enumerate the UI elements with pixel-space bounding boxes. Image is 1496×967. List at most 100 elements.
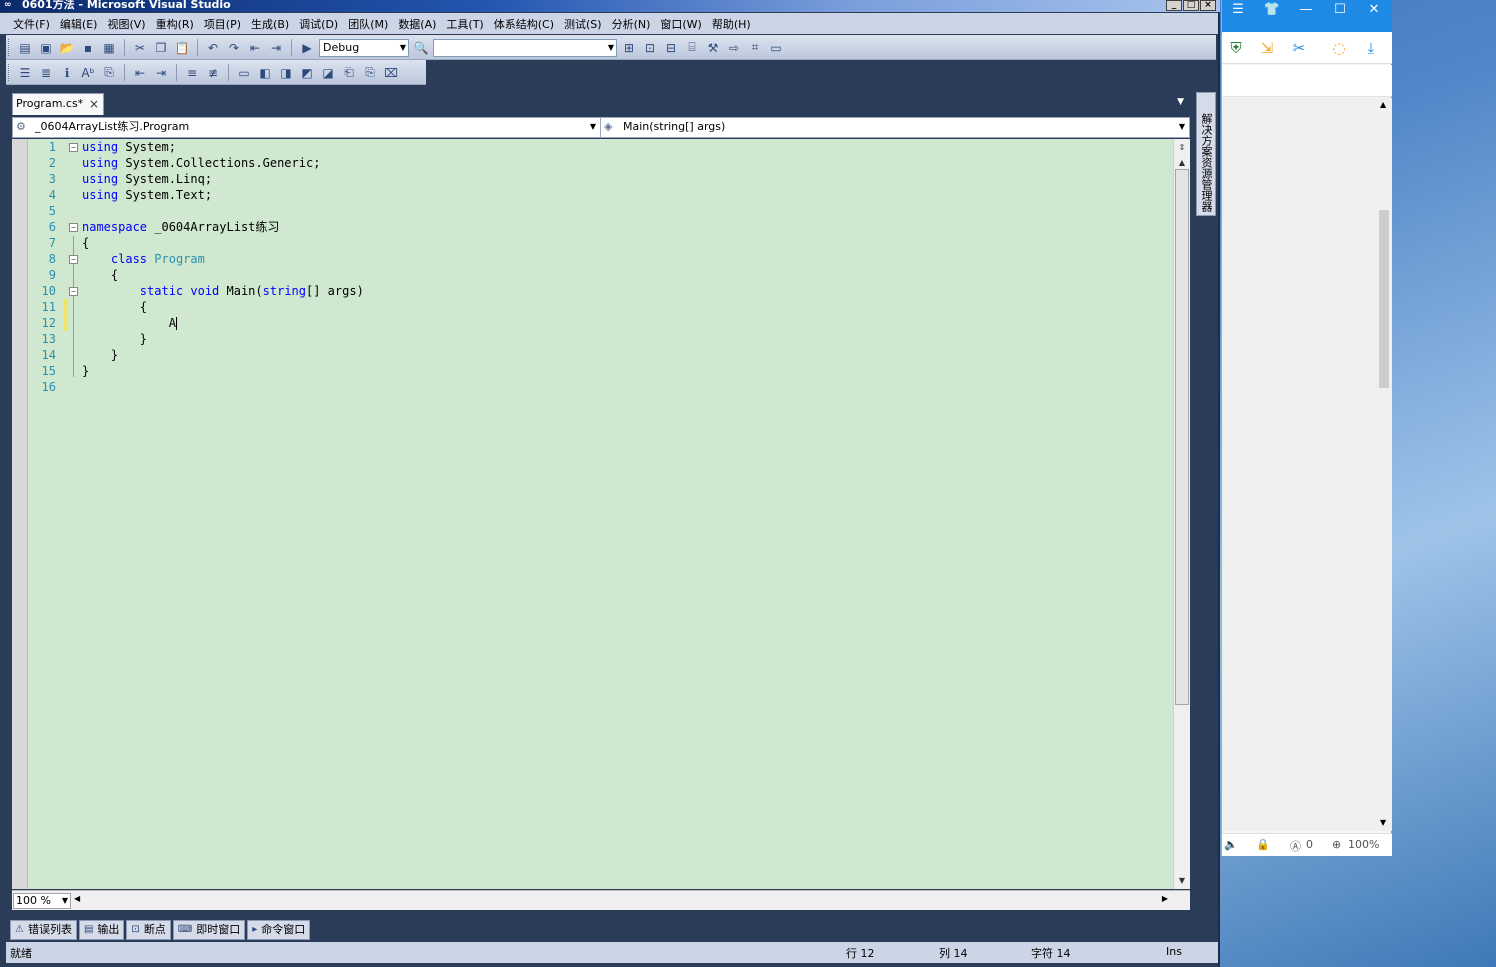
scroll-down-icon[interactable]: ▼ — [1380, 818, 1386, 827]
tab-immediate-window[interactable]: ⌨ 即时窗口 — [172, 920, 246, 940]
solution-explorer-icon[interactable]: ⊞ — [620, 39, 638, 57]
tab-output[interactable]: ▤ 输出 — [78, 920, 125, 940]
menu-team[interactable]: 团队(M) — [343, 16, 393, 32]
scroll-left-icon[interactable]: ◀ — [74, 894, 80, 903]
code-line[interactable]: 12 A — [28, 315, 1168, 331]
menu-icon[interactable]: ☰ — [1226, 0, 1250, 20]
previous-bookmark-icon[interactable]: ◧ — [256, 64, 274, 82]
indicator-margin[interactable] — [12, 139, 28, 889]
code-line[interactable]: 1 − using System; — [28, 139, 1168, 155]
code-line[interactable]: 6 − namespace _0604ArrayList练习 — [28, 219, 1168, 235]
code-line[interactable]: 5 — [28, 203, 1168, 219]
code-line[interactable]: 2 using System.Collections.Generic; — [28, 155, 1168, 171]
display-word-icon[interactable]: ⎘ — [100, 64, 118, 82]
cut-icon[interactable]: ✂ — [131, 39, 149, 57]
code-line[interactable]: 10 − static void Main(string[] args) — [28, 283, 1168, 299]
new-project-icon[interactable]: ▤ — [16, 39, 34, 57]
properties-icon[interactable]: ⊡ — [641, 39, 659, 57]
vertical-scrollbar[interactable]: ⇕ ▲ ▼ — [1173, 139, 1190, 889]
maximize-icon[interactable]: ☐ — [1328, 0, 1352, 20]
skin-icon[interactable]: 👕 — [1260, 0, 1284, 20]
extension-manager-icon[interactable]: ⚒ — [704, 39, 722, 57]
quick-info-icon[interactable]: ℹ — [58, 64, 76, 82]
previous-bookmark-document-icon[interactable]: ⎗ — [340, 64, 358, 82]
scroll-thumb[interactable] — [1379, 210, 1389, 388]
zoom-icon[interactable]: ⊕ — [1332, 838, 1341, 851]
solution-configuration-combo[interactable]: Debug ▼ — [319, 38, 409, 57]
object-browser-icon[interactable]: ⊟ — [662, 39, 680, 57]
maximize-button[interactable]: □ — [1183, 0, 1199, 11]
code-line[interactable]: 11 { — [28, 299, 1168, 315]
class-view-icon[interactable]: ⌗ — [746, 39, 764, 57]
code-line[interactable]: 9 { — [28, 267, 1168, 283]
code-line[interactable]: 13 } — [28, 331, 1168, 347]
paste-icon[interactable]: 📋 — [173, 39, 191, 57]
browser-address-area[interactable] — [1222, 65, 1392, 97]
menu-analyze[interactable]: 分析(N) — [607, 16, 656, 32]
menu-edit[interactable]: 编辑(E) — [55, 16, 103, 32]
decrease-indent-icon[interactable]: ⇤ — [131, 64, 149, 82]
login-icon[interactable]: ⇲ — [1256, 37, 1278, 59]
scroll-thumb[interactable] — [1175, 169, 1189, 705]
ad-block-icon[interactable]: Ⓐ — [1290, 838, 1301, 854]
sound-icon[interactable]: 🔈 — [1224, 838, 1238, 851]
complete-word-icon[interactable]: Aᵇ — [79, 64, 97, 82]
redo-icon[interactable]: ↷ — [225, 39, 243, 57]
collapse-icon[interactable]: − — [69, 223, 78, 232]
tab-breakpoints[interactable]: ⊡ 断点 — [126, 920, 171, 940]
chat-icon[interactable]: ◌ — [1328, 37, 1350, 59]
menu-test[interactable]: 测试(S) — [559, 16, 607, 32]
open-folder-icon[interactable]: 📂 — [58, 39, 76, 57]
members-combo[interactable]: ◈ Main(string[] args) ▼ — [601, 118, 1189, 137]
increase-indent-icon[interactable]: ⇥ — [152, 64, 170, 82]
menu-file[interactable]: 文件(F) — [8, 16, 55, 32]
close-icon[interactable]: ✕ — [1362, 0, 1386, 20]
code-line[interactable]: 7{ — [28, 235, 1168, 251]
undo-icon[interactable]: ↶ — [204, 39, 222, 57]
toolbar-grip[interactable] — [8, 39, 11, 56]
collapse-icon[interactable]: − — [69, 255, 78, 264]
clear-bookmarks-icon[interactable]: ⌧ — [382, 64, 400, 82]
minimize-button[interactable]: _ — [1166, 0, 1182, 11]
toolbox-icon[interactable]: ⌸ — [683, 39, 701, 57]
types-combo[interactable]: ⚙ _0604ArrayList练习.Program ▼ — [13, 118, 601, 137]
add-item-icon[interactable]: ▣ — [37, 39, 55, 57]
scroll-down-icon[interactable]: ▼ — [1175, 874, 1189, 888]
next-bookmark-document-icon[interactable]: ⎘ — [361, 64, 379, 82]
uncomment-icon[interactable]: ≢ — [204, 64, 222, 82]
code-line[interactable]: 16 — [28, 379, 1168, 395]
comment-out-icon[interactable]: ≡ — [183, 64, 201, 82]
parameter-info-icon[interactable]: ≣ — [37, 64, 55, 82]
collapse-icon[interactable]: − — [69, 143, 78, 152]
solution-explorer-dock-tab[interactable]: 解决方案资源管理器 — [1196, 92, 1216, 216]
list-members-icon[interactable]: ☰ — [16, 64, 34, 82]
find-combo[interactable]: ▼ — [433, 38, 617, 57]
close-tab-icon[interactable]: × — [89, 94, 99, 114]
browser-content[interactable] — [1222, 98, 1392, 831]
menu-tools[interactable]: 工具(T) — [441, 16, 488, 32]
navigate-backward-icon[interactable]: ⇤ — [246, 39, 264, 57]
toggle-bookmark-icon[interactable]: ▭ — [235, 64, 253, 82]
code-line[interactable]: 15} — [28, 363, 1168, 379]
menu-architecture[interactable]: 体系结构(C) — [489, 16, 559, 32]
scroll-up-icon[interactable]: ▲ — [1380, 100, 1386, 109]
code-line[interactable]: 8 − class Program — [28, 251, 1168, 267]
navigate-forward-icon[interactable]: ⇥ — [267, 39, 285, 57]
lock-icon[interactable]: 🔒 — [1256, 838, 1270, 851]
toolbar-grip[interactable] — [8, 64, 11, 81]
zoom-combo[interactable]: 100 % ▼ — [13, 893, 71, 909]
menu-view[interactable]: 视图(V) — [102, 16, 150, 32]
save-icon[interactable]: ▪ — [79, 39, 97, 57]
code-line[interactable]: 14 } — [28, 347, 1168, 363]
tab-error-list[interactable]: ⚠ 错误列表 — [10, 920, 77, 940]
close-button[interactable]: × — [1200, 0, 1216, 11]
tab-program-cs[interactable]: Program.cs* × — [12, 93, 104, 115]
menu-debug[interactable]: 调试(D) — [294, 16, 343, 32]
menu-window[interactable]: 窗口(W) — [655, 16, 706, 32]
menu-data[interactable]: 数据(A) — [393, 16, 441, 32]
save-all-icon[interactable]: ▦ — [100, 39, 118, 57]
scroll-up-icon[interactable]: ▲ — [1175, 156, 1189, 170]
scroll-right-icon[interactable]: ▶ — [1162, 894, 1168, 903]
menu-refactor[interactable]: 重构(R) — [151, 16, 199, 32]
minimize-icon[interactable]: — — [1294, 0, 1318, 20]
